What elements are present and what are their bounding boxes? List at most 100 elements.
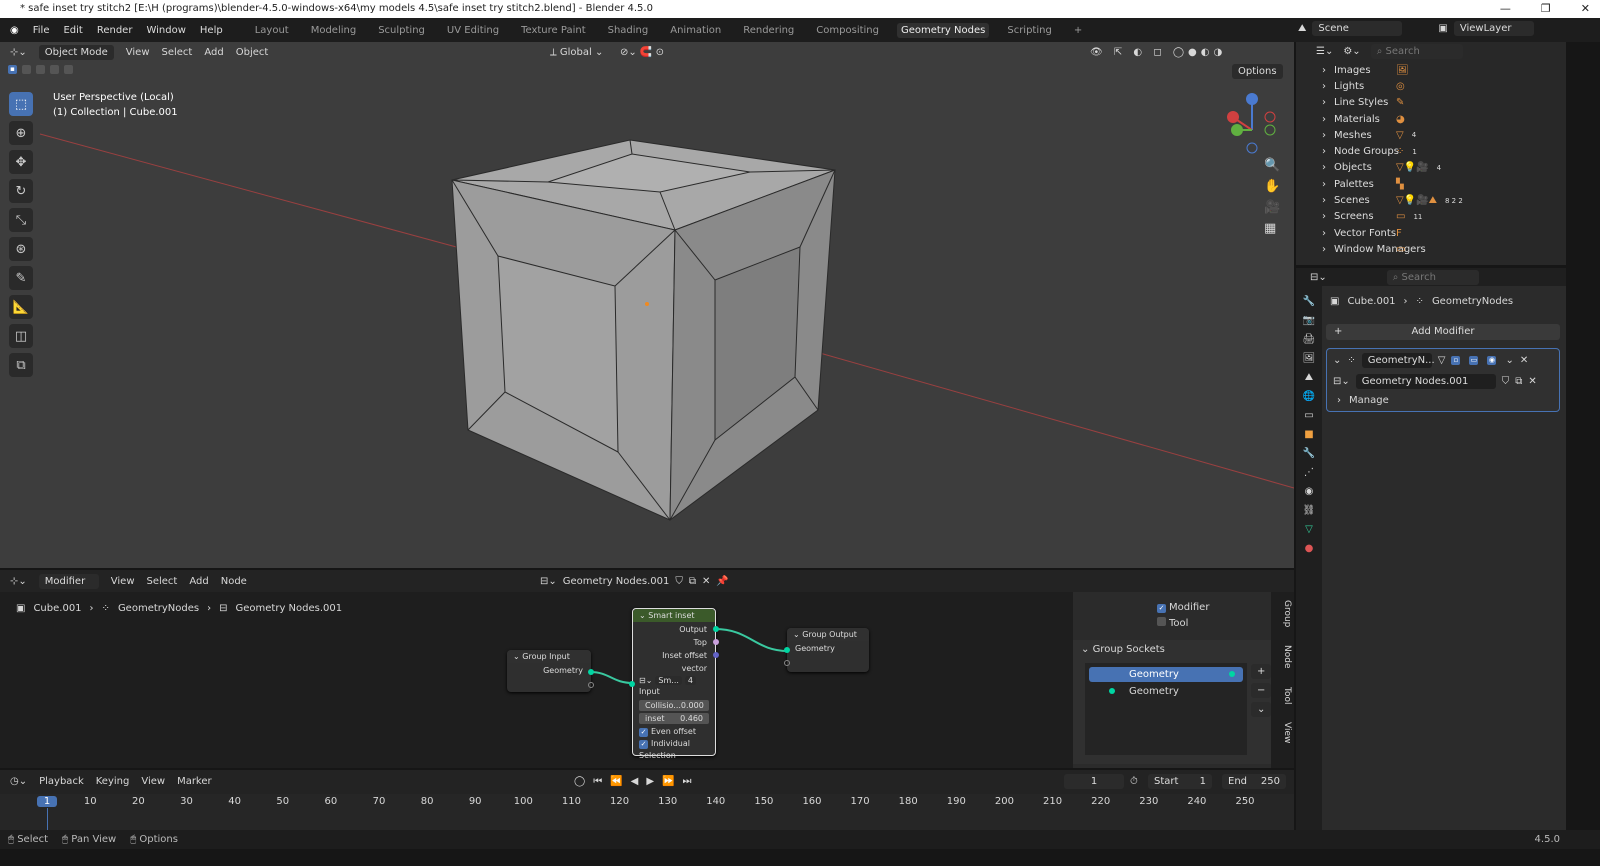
inset-field[interactable]: inset 0.460: [639, 713, 709, 724]
node-tree-type-selector[interactable]: Modifier: [38, 573, 99, 589]
timeline-menu-keying[interactable]: Keying: [96, 776, 130, 787]
collision-field[interactable]: Collisio... 0.000: [639, 700, 709, 711]
annotate-tool-icon[interactable]: ✎: [9, 266, 33, 290]
tab-uv-editing[interactable]: UV Editing: [443, 23, 503, 38]
group-sockets-header[interactable]: ⌄ Group Sockets: [1081, 644, 1263, 655]
unlink-icon[interactable]: ✕: [1528, 376, 1536, 387]
pan-hand-icon[interactable]: ✋: [1264, 179, 1280, 194]
cage-toggle-icon[interactable]: ▫: [1451, 356, 1461, 365]
data-tab-icon[interactable]: ▽: [1305, 524, 1313, 535]
frame-ruler[interactable]: 1 10 20 30 40 50 60 70 80 90 100 110 120 130 140 150 160…: [0, 794, 1294, 830]
tab-sculpting[interactable]: Sculpting: [374, 23, 429, 38]
constraints-tab-icon[interactable]: ⛓: [1303, 505, 1316, 516]
node-tree-icon[interactable]: ⊟⌄: [540, 576, 557, 587]
remove-socket-button[interactable]: −: [1251, 683, 1272, 698]
move-tool-icon[interactable]: ✥: [9, 150, 33, 174]
add-socket-button[interactable]: +: [1251, 664, 1272, 679]
transform-tool-icon[interactable]: ⊛: [9, 237, 33, 261]
tab-geometry-nodes[interactable]: Geometry Nodes: [896, 22, 990, 38]
outliner-item[interactable]: › Line Styles ✎: [1296, 95, 1566, 111]
view-layer-selector[interactable]: ViewLayer: [1453, 21, 1534, 36]
playback-controls[interactable]: ◯ ⏮ ⏪ ◀ ▶ ⏩ ⏭: [574, 776, 692, 787]
fake-user-icon[interactable]: ⛉: [1502, 376, 1510, 387]
node-group-name[interactable]: Geometry Nodes.001: [563, 576, 670, 587]
filter-icon[interactable]: ⚙⌄: [1343, 46, 1360, 57]
add-mesh-tool-icon[interactable]: ⧉: [9, 353, 33, 377]
orientation-dropdown[interactable]: ⟂ Global ⌄: [550, 47, 603, 58]
timeline-menu-view[interactable]: View: [141, 776, 165, 787]
maximize-button[interactable]: ❐: [1541, 0, 1551, 18]
top-socket[interactable]: [713, 639, 719, 645]
menu-file[interactable]: File: [33, 25, 50, 36]
material-tab-icon[interactable]: ●: [1305, 543, 1314, 554]
add-workspace-icon[interactable]: +: [1070, 23, 1086, 38]
zoom-icon[interactable]: 🔍: [1264, 158, 1280, 173]
tab-layout[interactable]: Layout: [251, 23, 293, 38]
remove-modifier-icon[interactable]: ✕: [1520, 355, 1528, 366]
selection-mode-buttons[interactable]: ▪: [8, 65, 76, 74]
timeline-editor-icon[interactable]: ◷⌄: [10, 776, 27, 787]
duplicate-icon[interactable]: ⧉: [689, 576, 696, 587]
select-box-tool-icon[interactable]: ⬚: [9, 92, 33, 116]
chevron-right-icon[interactable]: ›: [1322, 65, 1326, 76]
sidebar-tab-view[interactable]: View: [1276, 722, 1292, 743]
playhead[interactable]: [47, 808, 48, 830]
options-dropdown[interactable]: Options: [1232, 64, 1283, 79]
chevron-right-icon[interactable]: ›: [1322, 244, 1326, 255]
outliner-item[interactable]: › Meshes ▽ 4: [1296, 127, 1566, 143]
outliner-search[interactable]: ⌕ Search: [1370, 43, 1463, 59]
outliner-item[interactable]: › Objects ▽💡🎥 4: [1296, 160, 1566, 176]
scene-icon[interactable]: ⛰: [1298, 23, 1306, 34]
timeline-menu-marker[interactable]: Marker: [177, 776, 212, 787]
menu-render[interactable]: Render: [97, 25, 133, 36]
manage-panel[interactable]: › Manage: [1327, 391, 1559, 410]
measure-tool-icon[interactable]: 📐: [9, 295, 33, 319]
scale-tool-icon[interactable]: ⤡: [9, 208, 33, 232]
menu-edit[interactable]: Edit: [63, 25, 82, 36]
chevron-right-icon[interactable]: ›: [1322, 114, 1326, 125]
sidebar-tab-node[interactable]: Node: [1276, 645, 1292, 669]
add-modifier-button[interactable]: + Add Modifier: [1326, 324, 1560, 340]
menu-window[interactable]: Window: [146, 25, 185, 36]
chevron-right-icon[interactable]: ›: [1322, 81, 1326, 92]
socket-item-selected[interactable]: Geometry: [1089, 667, 1243, 682]
start-frame-field[interactable]: Start 1: [1148, 773, 1212, 789]
node-group-field[interactable]: Geometry Nodes.001: [1355, 374, 1496, 389]
outliner-item[interactable]: › Images 🖼: [1296, 62, 1566, 78]
tool-tab-icon[interactable]: 🔧: [1303, 296, 1315, 307]
outliner-item[interactable]: › Window Managers ▭: [1296, 241, 1566, 257]
timeline-menu-playback[interactable]: Playback: [39, 776, 84, 787]
node-menu-view[interactable]: View: [111, 576, 135, 587]
group-input-node[interactable]: ⌄ Group Input Geometry: [507, 650, 594, 692]
socket-item[interactable]: Geometry: [1089, 682, 1243, 697]
chevron-right-icon[interactable]: ›: [1322, 162, 1326, 173]
fake-user-icon[interactable]: ⛉: [675, 576, 683, 587]
chevron-right-icon[interactable]: ›: [1322, 130, 1326, 141]
world-tab-icon[interactable]: 🌐: [1303, 391, 1315, 402]
tab-modeling[interactable]: Modeling: [307, 23, 361, 38]
individual-checkbox[interactable]: ✓ Individual: [633, 738, 715, 750]
collapse-icon[interactable]: ⌄: [1333, 355, 1341, 366]
sidebar-tab-group[interactable]: Group: [1276, 600, 1292, 627]
end-frame-field[interactable]: End 250: [1222, 773, 1286, 789]
tab-animation[interactable]: Animation: [666, 23, 725, 38]
display-mode-icon[interactable]: ☰⌄: [1316, 46, 1333, 57]
node-menu-select[interactable]: Select: [147, 576, 178, 587]
view-layer-icon[interactable]: ▣: [1438, 23, 1447, 34]
group-output-node[interactable]: ⌄ Group Output Geometry: [784, 628, 869, 672]
scene-tab-icon[interactable]: ⛰: [1305, 372, 1313, 383]
dropdown-icon[interactable]: ⌄: [1505, 355, 1513, 366]
viewport-menu-view[interactable]: View: [126, 47, 150, 58]
chevron-right-icon[interactable]: ›: [1322, 97, 1326, 108]
viewport-toggle-icon[interactable]: ▭: [1469, 356, 1479, 365]
physics-tab-icon[interactable]: ◉: [1305, 486, 1314, 497]
pivot-snap-icons[interactable]: ⊘⌄ 🧲 ⊙: [620, 47, 664, 58]
sidebar-tab-tool[interactable]: Tool: [1276, 687, 1292, 704]
viewport-menu-object[interactable]: Object: [236, 47, 269, 58]
node-editor-type-icon[interactable]: ⊹⌄: [10, 576, 27, 587]
unlink-icon[interactable]: ✕: [702, 576, 710, 587]
pin-icon[interactable]: 📌: [716, 576, 728, 587]
node-menu-node[interactable]: Node: [221, 576, 247, 587]
outliner-item[interactable]: › Node Groups ⁘ 1: [1296, 143, 1566, 159]
output-socket[interactable]: [713, 626, 719, 632]
